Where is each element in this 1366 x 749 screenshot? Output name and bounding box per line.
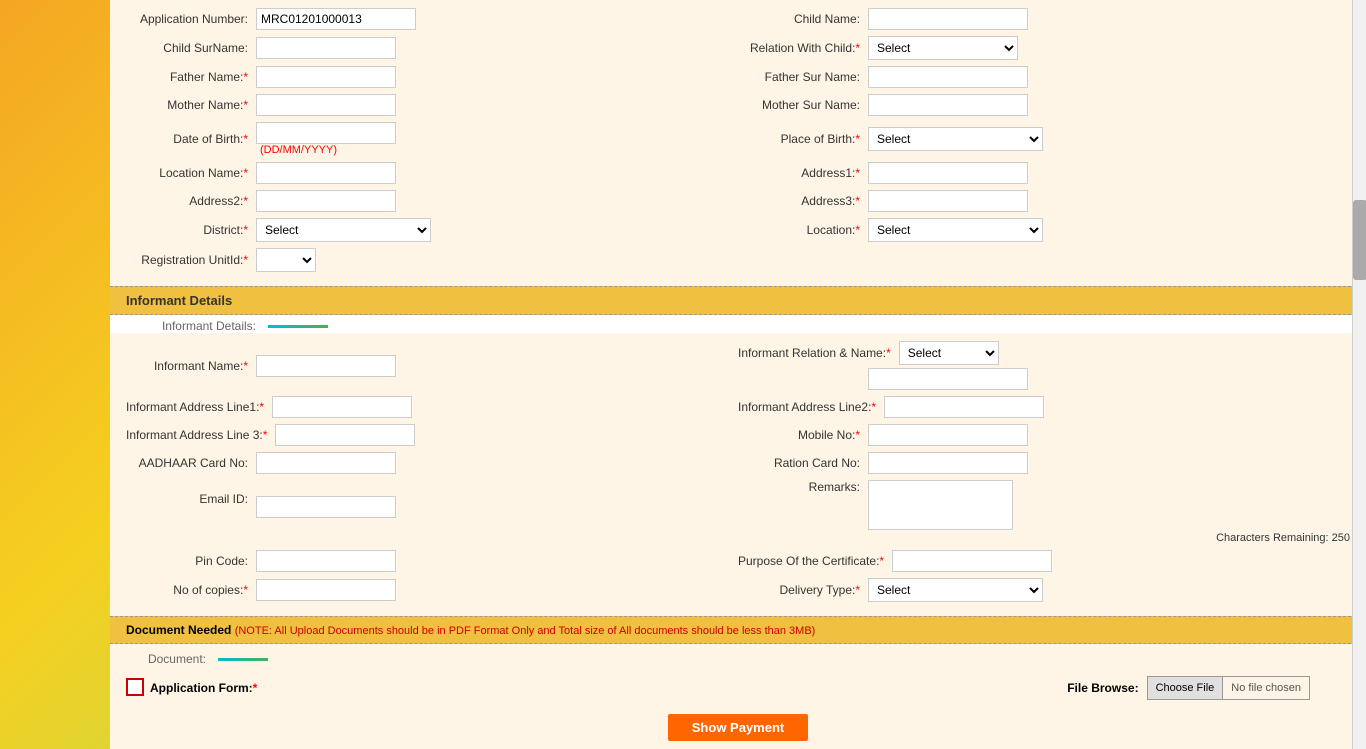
father-name-input[interactable] (256, 66, 396, 88)
choose-file-button[interactable]: Choose File (1148, 677, 1224, 699)
scrollbar[interactable] (1352, 0, 1366, 749)
informant-relation-select[interactable]: Select (899, 341, 999, 365)
informant-addr2-input[interactable] (884, 396, 1044, 418)
informant-addr3-label: Informant Address Line 3:* (126, 428, 275, 442)
delivery-type-label: Delivery Type:* (738, 583, 868, 597)
address2-label: Address2:* (126, 194, 256, 208)
child-name-label: Child Name: (738, 12, 868, 26)
remarks-label: Remarks: (738, 480, 868, 494)
show-payment-row: Show Payment (110, 706, 1366, 749)
no-file-text: No file chosen (1223, 682, 1309, 694)
document-row: Application Form:* File Browse: Choose F… (110, 670, 1366, 706)
place-of-birth-label: Place of Birth:* (738, 132, 868, 146)
dob-label: Date of Birth:* (126, 132, 256, 146)
child-name-input[interactable] (868, 8, 1028, 30)
relation-with-child-label: Relation With Child:* (738, 41, 868, 55)
address1-label: Address1:* (738, 166, 868, 180)
address3-label: Address3:* (738, 194, 868, 208)
address2-input[interactable] (256, 190, 396, 212)
purpose-label: Purpose Of the Certificate:* (738, 554, 892, 568)
informant-addr2-label: Informant Address Line2:* (738, 400, 884, 414)
email-input[interactable] (256, 496, 396, 518)
informant-relation-label: Informant Relation & Name:* (738, 346, 899, 360)
application-form-label: Application Form:* (150, 681, 257, 695)
mobile-no-input[interactable] (868, 424, 1028, 446)
show-payment-button[interactable]: Show Payment (668, 714, 808, 741)
mobile-no-label: Mobile No:* (738, 428, 868, 442)
father-surname-label: Father Sur Name: (738, 70, 868, 84)
dob-hint: (DD/MM/YYYY) (260, 144, 396, 156)
child-surname-input[interactable] (256, 37, 396, 59)
location-label: Location:* (738, 223, 868, 237)
no-of-copies-label: No of copies:* (126, 583, 256, 597)
district-select[interactable]: Select (256, 218, 431, 242)
top-form-section: Application Number: Child Name: Child Su… (110, 0, 1366, 286)
pin-code-input[interactable] (256, 550, 396, 572)
district-label: District:* (126, 223, 256, 237)
informant-form-section: Informant Name:* Informant Relation & Na… (110, 333, 1366, 616)
informant-subheader-label: Informant Details: (126, 319, 256, 333)
email-label: Email ID: (126, 492, 256, 506)
remarks-textarea[interactable] (868, 480, 1013, 530)
file-browse-area: File Browse: Choose File No file chosen (1067, 676, 1310, 700)
pin-code-label: Pin Code: (126, 554, 256, 568)
reg-unit-label: Registration UnitId:* (126, 253, 256, 267)
chars-remaining: Characters Remaining: 250 (1216, 532, 1350, 544)
reg-unit-select[interactable] (256, 248, 316, 272)
document-note: (NOTE: All Upload Documents should be in… (235, 625, 816, 637)
child-surname-label: Child SurName: (126, 41, 256, 55)
informant-subheader: Informant Details: (110, 315, 1366, 333)
location-name-label: Location Name:* (126, 166, 256, 180)
place-of-birth-select[interactable]: Select (868, 127, 1043, 151)
relation-with-child-select[interactable]: Select (868, 36, 1018, 60)
no-of-copies-input[interactable] (256, 579, 396, 601)
address1-input[interactable] (868, 162, 1028, 184)
informant-name-input[interactable] (256, 355, 396, 377)
document-form-section: Document: (110, 644, 1366, 670)
purpose-input[interactable] (892, 550, 1052, 572)
mother-surname-label: Mother Sur Name: (738, 98, 868, 112)
informant-relation-name-input[interactable] (868, 368, 1028, 390)
address3-input[interactable] (868, 190, 1028, 212)
informant-section-header: Informant Details (110, 286, 1366, 315)
file-browse-label: File Browse: (1067, 681, 1138, 695)
location-select[interactable]: Select (868, 218, 1043, 242)
informant-addr1-label: Informant Address Line1:* (126, 400, 272, 414)
father-name-label: Father Name:* (126, 70, 256, 84)
mother-surname-input[interactable] (868, 94, 1028, 116)
mother-name-input[interactable] (256, 94, 396, 116)
location-name-input[interactable] (256, 162, 396, 184)
informant-name-label: Informant Name:* (126, 359, 256, 373)
informant-addr3-input[interactable] (275, 424, 415, 446)
document-subheader-label: Document: (126, 652, 206, 666)
aadhaar-label: AADHAAR Card No: (126, 456, 256, 470)
application-form-checkbox[interactable] (126, 678, 144, 696)
mother-name-label: Mother Name:* (126, 98, 256, 112)
dob-input[interactable] (256, 122, 396, 144)
father-surname-input[interactable] (868, 66, 1028, 88)
document-section-header: Document Needed (NOTE: All Upload Docume… (110, 616, 1366, 644)
aadhaar-input[interactable] (256, 452, 396, 474)
ration-input[interactable] (868, 452, 1028, 474)
application-number-label: Application Number: (126, 12, 256, 26)
delivery-type-select[interactable]: Select (868, 578, 1043, 602)
file-input-wrapper[interactable]: Choose File No file chosen (1147, 676, 1310, 700)
ration-label: Ration Card No: (738, 456, 868, 470)
informant-addr1-input[interactable] (272, 396, 412, 418)
application-number-input[interactable] (256, 8, 416, 30)
